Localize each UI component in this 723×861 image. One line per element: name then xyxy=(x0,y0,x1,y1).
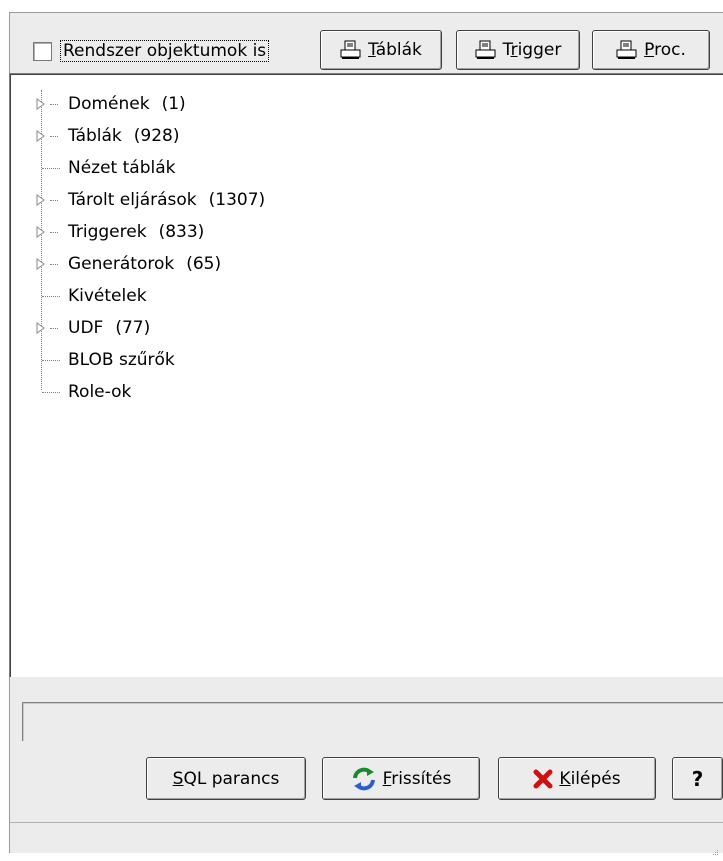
help-button[interactable]: ? xyxy=(672,757,723,800)
print-procedures-button[interactable]: Proc. xyxy=(592,30,710,70)
tree-item-label: Triggerek(833) xyxy=(68,222,204,242)
sql-command-button[interactable]: SQL parancs xyxy=(146,757,306,800)
object-tree[interactable]: Domének(1) Táblák(928) Nézet táblák Táro… xyxy=(9,73,723,677)
exit-button[interactable]: Kilépés xyxy=(498,757,656,800)
tree-connector xyxy=(42,392,60,393)
tree-item-label: Generátorok(65) xyxy=(68,254,221,274)
tree-item-label: Nézet táblák xyxy=(68,158,176,178)
expand-arrow-icon[interactable] xyxy=(34,193,48,207)
tree-connector xyxy=(42,296,60,297)
tree-connector xyxy=(50,136,58,137)
tree-item-label: BLOB szűrők xyxy=(68,350,175,370)
expand-arrow-icon[interactable] xyxy=(34,97,48,111)
expand-arrow-icon[interactable] xyxy=(34,257,48,271)
refresh-button[interactable]: Frissítés xyxy=(322,757,480,800)
system-objects-label[interactable]: Rendszer objektumok is xyxy=(60,40,269,62)
tree-item-label: UDF(77) xyxy=(68,318,150,338)
tree-item-label: Tárolt eljárások(1307) xyxy=(68,190,265,210)
tree-connector xyxy=(50,328,58,329)
refresh-label: Frissítés xyxy=(383,769,452,789)
printer-icon xyxy=(340,40,362,60)
status-bar-divider xyxy=(9,822,723,823)
expand-arrow-icon[interactable] xyxy=(34,225,48,239)
expand-arrow-icon[interactable] xyxy=(34,129,48,143)
printer-icon xyxy=(616,40,638,60)
print-trigger-label: Trigger xyxy=(503,40,562,60)
system-objects-checkbox[interactable] xyxy=(33,42,52,61)
tree-connector xyxy=(50,104,58,105)
tree-connector xyxy=(42,360,60,361)
tree-item-label: Táblák(928) xyxy=(68,126,179,146)
tree-item-label: Role-ok xyxy=(68,382,131,402)
expand-arrow-icon[interactable] xyxy=(34,321,48,335)
print-tables-button[interactable]: Táblák xyxy=(320,30,442,70)
status-field xyxy=(22,702,723,741)
tree-connector xyxy=(50,232,58,233)
tree-connector xyxy=(50,264,58,265)
resize-grip-icon[interactable] xyxy=(711,841,719,849)
print-tables-label: Táblák xyxy=(368,40,422,60)
printer-icon xyxy=(475,40,497,60)
close-icon xyxy=(533,769,553,789)
sql-command-label: SQL parancs xyxy=(173,769,280,789)
print-procedures-label: Proc. xyxy=(644,40,686,60)
print-trigger-button[interactable]: Trigger xyxy=(456,30,580,70)
tree-item-label: Kivételek xyxy=(68,286,147,306)
help-label: ? xyxy=(692,767,704,791)
refresh-icon xyxy=(351,767,377,791)
exit-label: Kilépés xyxy=(559,769,620,789)
tree-connector xyxy=(42,168,60,169)
system-objects-checkbox-group[interactable]: Rendszer objektumok is xyxy=(33,36,269,66)
tree-connector xyxy=(50,200,58,201)
tree-item-label: Domének(1) xyxy=(68,94,186,114)
